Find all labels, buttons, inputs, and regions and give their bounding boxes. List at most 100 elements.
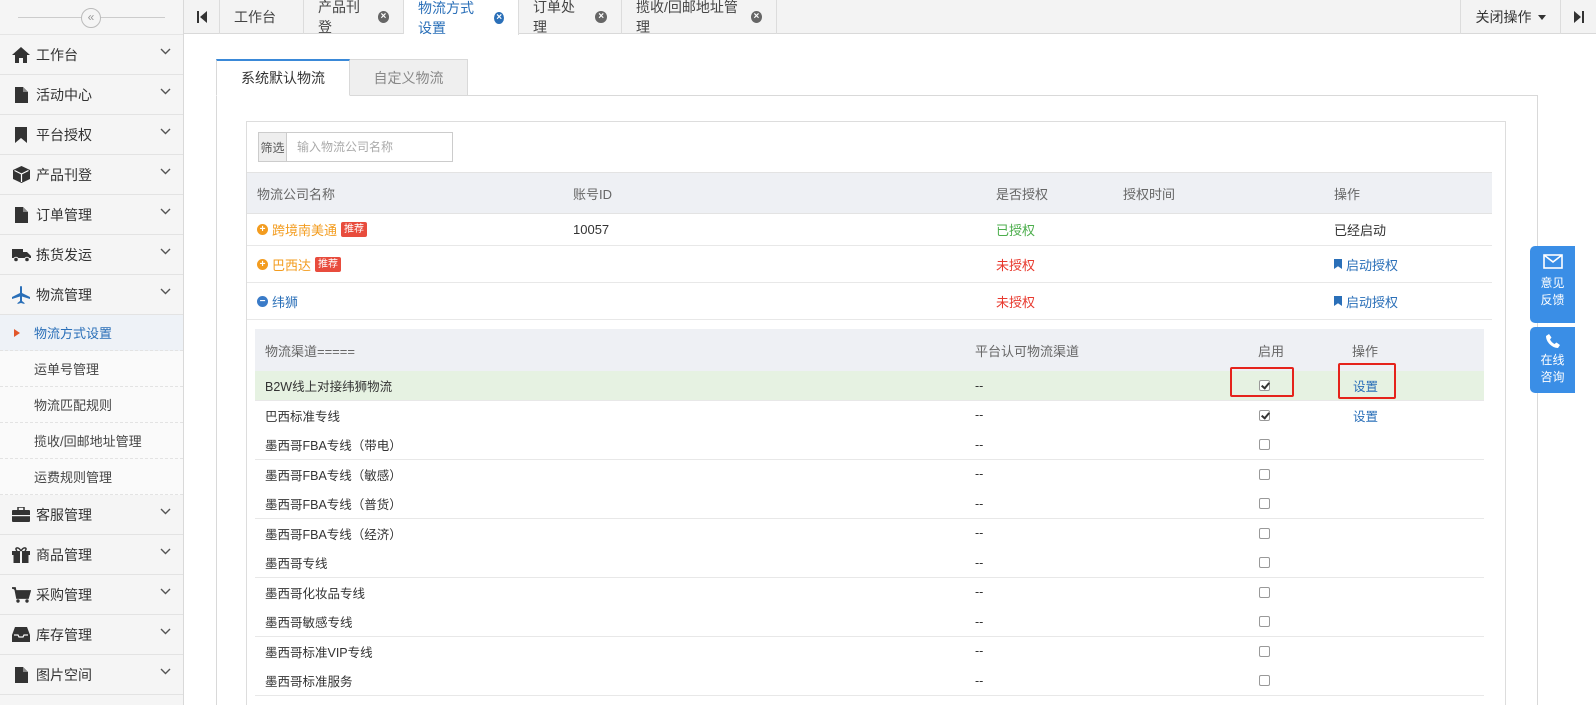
channel-name-cell: 墨西哥化妆品专线 [265, 586, 366, 601]
collapse-sidebar-button[interactable]: « [81, 8, 101, 28]
close-tab-icon[interactable]: × [494, 11, 504, 24]
channel-row: 巴西标准专线 -- 设置 [255, 400, 1484, 431]
main-content: 系统默认物流 自定义物流 筛选 物流公司名称 账号ID 是否授权 授权时间 操作… [184, 35, 1596, 705]
start-authorization-link[interactable]: 启动授权 [1334, 283, 1398, 319]
logistics-list-box: 筛选 物流公司名称 账号ID 是否授权 授权时间 操作 + 跨境南美通 推荐 1… [246, 121, 1506, 705]
channel-table: 物流渠道===== 平台认可物流渠道 启用 操作 B2W线上对接纬狮物流 -- 设置… [255, 329, 1484, 705]
channel-row: 墨西哥FBA专线（带电） -- [255, 430, 1484, 460]
tab-product-listing[interactable]: 产品刊登 × [304, 0, 404, 35]
chevron-down-icon [160, 48, 171, 55]
sidebar-sub-item-freight-rules[interactable]: 运费规则管理 [0, 459, 183, 495]
filter-group: 筛选 [258, 132, 453, 162]
company-row: + 跨境南美通 推荐 10057 已授权 已经启动 [247, 214, 1492, 246]
tab-logistics-settings[interactable]: 物流方式设置 × [404, 0, 519, 36]
scroll-tabs-left-button[interactable] [184, 0, 220, 34]
company-table-header: 物流公司名称 账号ID 是否授权 授权时间 操作 [247, 172, 1492, 214]
sidebar-item-image-space[interactable]: 图片空间 [0, 655, 183, 695]
enable-checkbox[interactable] [1259, 616, 1270, 627]
tab-workbench[interactable]: 工作台 [220, 0, 304, 34]
channel-name-cell: 巴西标准专线 [265, 409, 341, 424]
company-name-filter-input[interactable] [287, 133, 452, 161]
enable-checkbox[interactable] [1259, 527, 1270, 539]
sidebar-item-order-management[interactable]: 订单管理 [0, 195, 183, 235]
sidebar-item-product-listing[interactable]: 产品刊登 [0, 155, 183, 195]
sidebar-sub-item-pickup-address[interactable]: 揽收/回邮地址管理 [0, 423, 183, 459]
enable-checkbox[interactable] [1259, 409, 1270, 421]
col-header-auth-time: 授权时间 [1123, 186, 1176, 202]
sidebar-item-inventory-management[interactable]: 库存管理 [0, 615, 183, 655]
sidebar-item-customer-service[interactable]: 客服管理 [0, 495, 183, 535]
chevron-down-icon [160, 88, 171, 95]
bookmark-icon [1334, 259, 1342, 269]
start-authorization-link[interactable]: 启动授权 [1334, 246, 1398, 282]
sidebar-item-purchase-management[interactable]: 采购管理 [0, 575, 183, 615]
sidebar-item-activity[interactable]: 活动中心 [0, 75, 183, 115]
enable-checkbox[interactable] [1259, 645, 1270, 657]
platform-channel-cell: -- [975, 496, 984, 511]
chevron-down-icon [160, 508, 171, 515]
tab-system-default-logistics[interactable]: 系统默认物流 [216, 59, 350, 96]
close-operations-dropdown[interactable]: 关闭操作 [1460, 0, 1560, 34]
feedback-widget[interactable]: 意见 反馈 [1530, 246, 1575, 323]
enable-checkbox[interactable] [1259, 498, 1270, 509]
enable-checkbox[interactable] [1259, 557, 1270, 568]
chevron-down-icon [160, 248, 171, 255]
channel-name-cell: 墨西哥FBA专线（敏感） [265, 468, 402, 483]
tab-custom-logistics[interactable]: 自定义物流 [350, 59, 468, 96]
online-consult-widget[interactable]: 在线 咨询 [1530, 327, 1575, 393]
close-tab-icon[interactable]: × [595, 11, 607, 23]
sidebar-item-logistics-management[interactable]: 物流管理 [0, 275, 183, 315]
sidebar-sub-item-tracking-number[interactable]: 运单号管理 [0, 351, 183, 387]
channel-row: 墨西哥化妆品专线 -- [255, 577, 1484, 608]
channel-name-cell: 墨西哥专线 [265, 557, 328, 571]
home-icon [10, 45, 32, 65]
plane-icon [10, 285, 32, 305]
sidebar-sub-item-logistics-settings[interactable]: 物流方式设置 [0, 315, 183, 351]
consult-label-2: 咨询 [1540, 370, 1565, 384]
chevron-down-icon [160, 588, 171, 595]
enable-checkbox[interactable] [1259, 586, 1270, 598]
channel-setting-link[interactable]: 设置 [1353, 401, 1378, 430]
channel-name-cell: 墨西哥标准VIP专线 [265, 645, 373, 660]
enable-cell [1259, 607, 1270, 636]
mail-icon [1542, 254, 1563, 269]
phone-icon [1545, 334, 1560, 348]
sidebar-sub-item-logistics-matching[interactable]: 物流匹配规则 [0, 387, 183, 423]
feedback-label-2: 反馈 [1540, 293, 1565, 307]
channel-row: 墨西哥FBA专线（普货） -- [255, 489, 1484, 519]
collapse-minus-icon[interactable]: − [257, 295, 268, 307]
close-tab-icon[interactable]: × [377, 11, 389, 23]
sidebar-item-label: 平台授权 [36, 126, 92, 143]
chevron-down-icon [160, 668, 171, 675]
scroll-tabs-right-button[interactable] [1560, 0, 1596, 34]
enable-cell [1259, 489, 1270, 518]
company-name-cell: + 跨境南美通 推荐 [257, 214, 368, 245]
company-name-link[interactable]: 纬狮 [272, 292, 298, 311]
expand-plus-icon[interactable]: + [257, 224, 268, 235]
channel-name-cell: 墨西哥FBA专线（普货） [265, 498, 402, 512]
auth-status-cell: 未授权 [996, 257, 1036, 273]
filter-label: 筛选 [259, 133, 287, 161]
highlight-setting-link [1338, 363, 1396, 399]
feedback-label-1: 意见 [1540, 276, 1565, 290]
enable-checkbox[interactable] [1259, 468, 1270, 480]
sidebar-item-label: 图片空间 [36, 666, 92, 683]
close-tab-icon[interactable]: × [750, 11, 762, 23]
sidebar-item-workbench[interactable]: 工作台 [0, 35, 183, 75]
tab-label: 订单处理 [533, 0, 575, 35]
col-header-platform-channel: 平台认可物流渠道 [975, 343, 1080, 359]
company-name-link[interactable]: 巴西达 [272, 255, 311, 274]
tab-pickup-address[interactable]: 揽收/回邮地址管理 × [622, 0, 777, 35]
briefcase-icon [10, 505, 32, 525]
enable-cell [1259, 460, 1270, 489]
expand-plus-icon[interactable]: + [257, 258, 268, 270]
enable-checkbox[interactable] [1259, 439, 1270, 450]
tab-order-processing[interactable]: 订单处理 × [519, 0, 622, 35]
channel-row: 墨西哥专线 -- [255, 548, 1484, 578]
sidebar-item-goods-management[interactable]: 商品管理 [0, 535, 183, 575]
sidebar-item-picking-shipping[interactable]: 拣货发运 [0, 235, 183, 275]
company-name-link[interactable]: 跨境南美通 [272, 220, 337, 239]
sidebar-item-platform-auth[interactable]: 平台授权 [0, 115, 183, 155]
enable-checkbox[interactable] [1259, 675, 1270, 686]
recommended-badge: 推荐 [315, 256, 342, 272]
